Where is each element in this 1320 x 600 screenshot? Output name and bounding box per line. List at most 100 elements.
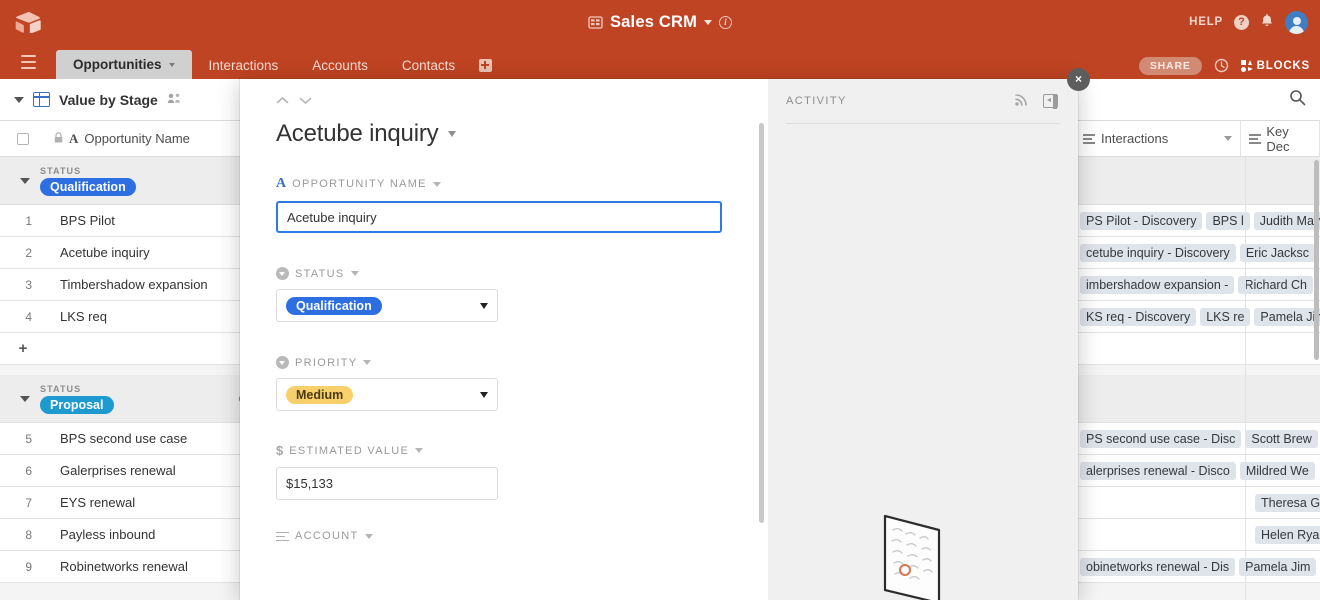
field-label: ESTIMATED VALUE: [289, 444, 410, 457]
chevron-down-icon[interactable]: [1224, 136, 1233, 141]
row-number: 7: [25, 495, 32, 510]
empty-state-illustration: [863, 508, 983, 600]
add-row-spacer: [1075, 333, 1320, 365]
link-icon: [1249, 133, 1262, 144]
link-chip[interactable]: Theresa Gr: [1255, 493, 1320, 512]
chevron-down-icon[interactable]: [299, 93, 312, 108]
field-label-row: ACCOUNT: [276, 530, 768, 542]
collapse-panel-icon[interactable]: [1043, 93, 1058, 109]
link-chip[interactable]: KS req - Discovery: [1080, 307, 1197, 326]
link-chip[interactable]: PS second use case - Disc: [1080, 429, 1242, 448]
add-table-button[interactable]: [472, 51, 498, 79]
link-chip[interactable]: Helen Ryar: [1255, 525, 1320, 544]
link-chip[interactable]: alerprises renewal - Disco: [1080, 461, 1236, 480]
field-label-row: PRIORITY: [276, 356, 768, 369]
view-name[interactable]: Value by Stage: [59, 92, 158, 108]
airtable-app: Sales CRM i HELP ? Opportunities Interac…: [0, 0, 1320, 600]
link-chip[interactable]: Pamela Jim: [1254, 307, 1320, 326]
link-chip[interactable]: BPS l: [1206, 211, 1250, 230]
field-account: ACCOUNT: [276, 530, 768, 542]
group-value-pill: Qualification: [40, 177, 136, 196]
link-chip[interactable]: Scott Brew: [1245, 429, 1318, 448]
plus-icon: +: [18, 340, 28, 357]
link-chip[interactable]: Eric Jacksc: [1239, 243, 1316, 262]
column-header-key-dec[interactable]: Key Dec: [1241, 121, 1320, 157]
blocks-label: BLOCKS: [1256, 60, 1310, 72]
row-number: 2: [25, 245, 32, 260]
chevron-down-icon[interactable]: [168, 62, 175, 67]
history-clock-icon[interactable]: [1214, 58, 1229, 75]
row-number: 3: [25, 277, 32, 292]
priority-select[interactable]: Medium: [276, 378, 498, 411]
tab-label: Contacts: [401, 57, 456, 73]
chevron-down-icon[interactable]: [704, 19, 713, 25]
table-row-cells[interactable]: Theresa Gr: [1075, 487, 1320, 519]
table-row-cells[interactable]: KS req - Discovery LKS re Pamela Jim: [1075, 301, 1320, 333]
airtable-cube-icon[interactable]: [0, 0, 56, 44]
chevron-down-icon[interactable]: [363, 360, 372, 365]
link-chip[interactable]: Mildred We: [1239, 461, 1315, 480]
hamburger-icon[interactable]: [0, 44, 56, 79]
chevron-down-icon[interactable]: [14, 96, 24, 103]
base-title[interactable]: Sales CRM: [610, 13, 697, 32]
column-header-opportunity-name[interactable]: A Opportunity Name: [46, 120, 242, 157]
table-row-cells[interactable]: alerprises renewal - Disco Mildred We: [1075, 455, 1320, 487]
single-select-icon: [276, 267, 289, 280]
chevron-down-icon[interactable]: [480, 391, 488, 398]
record-fields-panel: Acetube inquiry A OPPORTUNITY NAME Acetu…: [240, 79, 768, 600]
table-row-cells[interactable]: imbershadow expansion - Richard Ch: [1075, 269, 1320, 301]
column-header-interactions[interactable]: Interactions: [1075, 121, 1242, 157]
blocks-button[interactable]: BLOCKS: [1240, 60, 1310, 72]
table-row-cells[interactable]: PS second use case - Disc Scott Brew: [1075, 423, 1320, 455]
table-row-cells[interactable]: Helen Ryar: [1075, 519, 1320, 551]
estimated-value-input[interactable]: $15,133: [276, 467, 498, 500]
chevron-down-icon[interactable]: [20, 395, 30, 402]
share-button[interactable]: SHARE: [1138, 57, 1202, 75]
link-chip[interactable]: LKS re: [1200, 307, 1251, 326]
tab-opportunities[interactable]: Opportunities: [56, 50, 192, 79]
close-record-button[interactable]: ×: [1067, 68, 1090, 91]
notifications-bell-icon[interactable]: [1260, 13, 1274, 31]
tab-accounts[interactable]: Accounts: [295, 51, 385, 79]
help-label[interactable]: HELP: [1189, 16, 1223, 28]
rss-feed-icon[interactable]: [1014, 92, 1029, 110]
table-row-cells[interactable]: PS Pilot - Discovery BPS l Judith May: [1075, 205, 1320, 237]
blocks-icon: [1240, 60, 1255, 72]
link-chip[interactable]: obinetworks renewal - Dis: [1080, 557, 1236, 576]
info-icon[interactable]: i: [719, 15, 733, 29]
chevron-up-icon[interactable]: [276, 93, 289, 108]
link-chip[interactable]: Judith May: [1253, 211, 1320, 230]
collaborators-icon[interactable]: [167, 92, 183, 107]
modal-scrollbar[interactable]: [759, 123, 764, 523]
chevron-down-icon[interactable]: [432, 181, 441, 187]
table-row-cells[interactable]: obinetworks renewal - Dis Pamela Jim: [1075, 551, 1320, 583]
chevron-down-icon[interactable]: [448, 131, 457, 137]
link-chip[interactable]: Pamela Jim: [1239, 557, 1317, 576]
link-icon: [1083, 133, 1095, 144]
vertical-scrollbar[interactable]: [1314, 160, 1319, 360]
link-chip[interactable]: imbershadow expansion -: [1080, 275, 1235, 294]
tab-interactions[interactable]: Interactions: [192, 51, 296, 79]
link-chip[interactable]: PS Pilot - Discovery: [1080, 211, 1203, 230]
table-row-cells[interactable]: cetube inquiry - Discovery Eric Jacksc: [1075, 237, 1320, 269]
opportunity-name-input[interactable]: Acetube inquiry: [276, 201, 722, 233]
chevron-down-icon[interactable]: [415, 448, 424, 453]
record-title[interactable]: Acetube inquiry: [276, 120, 439, 148]
expanded-record-modal: Acetube inquiry A OPPORTUNITY NAME Acetu…: [240, 79, 1078, 600]
field-label-row: STATUS: [276, 267, 768, 280]
link-chip[interactable]: Richard Ch: [1238, 275, 1313, 294]
select-all-checkbox[interactable]: [0, 121, 46, 157]
status-select[interactable]: Qualification: [276, 289, 498, 322]
tab-label: Interactions: [208, 57, 279, 73]
chevron-down-icon[interactable]: [350, 271, 359, 276]
tab-contacts[interactable]: Contacts: [385, 51, 472, 79]
group-field-label: STATUS: [40, 383, 82, 394]
search-icon[interactable]: [1289, 89, 1306, 111]
link-chip[interactable]: cetube inquiry - Discovery: [1080, 243, 1236, 262]
chevron-down-icon[interactable]: [480, 302, 488, 309]
user-avatar[interactable]: [1285, 10, 1308, 34]
group-header-spacer: [1075, 157, 1320, 205]
help-icon[interactable]: ?: [1234, 14, 1249, 30]
chevron-down-icon[interactable]: [364, 533, 373, 539]
chevron-down-icon[interactable]: [20, 177, 30, 184]
